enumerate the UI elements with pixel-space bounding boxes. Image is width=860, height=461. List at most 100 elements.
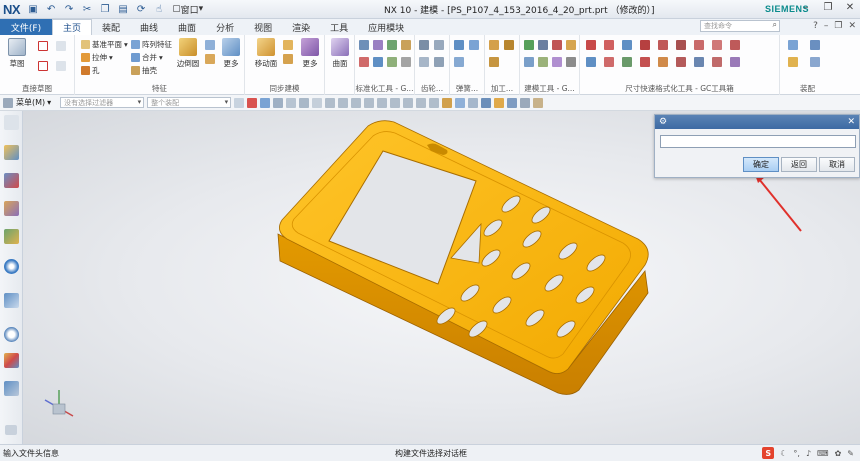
deselect-icon[interactable] xyxy=(260,97,271,108)
selection-intent-icon[interactable] xyxy=(286,97,297,108)
punctuation-icon[interactable]: °, xyxy=(793,449,800,458)
ribbon-minimize-icon[interactable]: – xyxy=(824,21,829,31)
dim-10-icon[interactable] xyxy=(586,57,596,67)
dim-6-icon[interactable] xyxy=(676,40,686,50)
dim-12-icon[interactable] xyxy=(622,57,632,67)
assembly-3-icon[interactable] xyxy=(810,57,820,67)
chamfer-icon[interactable] xyxy=(205,40,215,50)
dim-1-icon[interactable] xyxy=(586,40,596,50)
shell-button[interactable]: 抽壳 xyxy=(131,65,157,76)
ribbon-close-icon[interactable]: ✕ xyxy=(848,21,856,31)
general-selection-icon[interactable] xyxy=(273,97,284,108)
profile-icon[interactable] xyxy=(38,41,48,51)
dim-13-icon[interactable] xyxy=(640,57,650,67)
gear-icon[interactable]: ⚙ xyxy=(659,117,667,127)
model-tool-8-icon[interactable] xyxy=(566,57,576,67)
point-on-curve-snap-icon[interactable] xyxy=(416,97,427,108)
dim-8-icon[interactable] xyxy=(712,40,722,50)
edit-section-icon[interactable] xyxy=(533,97,544,108)
model-tool-2-icon[interactable] xyxy=(538,40,548,50)
ok-button[interactable]: 确定 xyxy=(743,157,779,172)
ime-icon[interactable]: S xyxy=(762,447,775,459)
tab-analysis[interactable]: 分析 xyxy=(206,19,244,35)
save-icon[interactable]: ▣ xyxy=(26,2,40,16)
sync-more-button[interactable]: 更多 xyxy=(297,38,323,69)
model-tool-4-icon[interactable] xyxy=(566,40,576,50)
arc-center-snap-icon[interactable] xyxy=(377,97,388,108)
menu-button[interactable]: 菜单(M) ▾ xyxy=(16,97,57,108)
edge-blend-button[interactable]: 边倒圆 xyxy=(175,38,201,69)
dim-11-icon[interactable] xyxy=(604,57,614,67)
tab-render[interactable]: 渲染 xyxy=(282,19,320,35)
quadrant-snap-icon[interactable] xyxy=(390,97,401,108)
std-tool-6-icon[interactable] xyxy=(373,57,383,67)
assembly-navigator-icon[interactable] xyxy=(4,145,19,160)
model-tool-1-icon[interactable] xyxy=(524,40,534,50)
endpoint-snap-icon[interactable] xyxy=(325,97,336,108)
move-face-button[interactable]: 移动面 xyxy=(253,38,279,69)
dim-4-icon[interactable] xyxy=(640,40,650,50)
search-icon[interactable]: ⌕ xyxy=(773,20,777,30)
sketch-constraint-icon[interactable] xyxy=(56,61,66,71)
offset-region-icon[interactable] xyxy=(283,54,293,64)
add-component-icon[interactable] xyxy=(788,57,798,67)
gear-2-icon[interactable] xyxy=(434,40,444,50)
paste-icon[interactable]: ▤ xyxy=(116,2,130,16)
constraint-navigator-icon[interactable] xyxy=(4,173,19,188)
model-tool-5-icon[interactable] xyxy=(524,57,534,67)
select-all-icon[interactable] xyxy=(247,97,258,108)
machining-2-icon[interactable] xyxy=(504,40,514,50)
ribbon-restore-icon[interactable]: ❐ xyxy=(834,21,842,31)
tab-tools[interactable]: 工具 xyxy=(320,19,358,35)
history-icon[interactable] xyxy=(4,293,19,308)
std-tool-5-icon[interactable] xyxy=(359,57,369,67)
machining-icon[interactable] xyxy=(489,40,499,50)
touch-mode-icon[interactable]: ☝ xyxy=(152,2,166,16)
surface-button[interactable]: 曲面 xyxy=(327,38,353,69)
web-browser-icon[interactable] xyxy=(4,259,19,274)
std-tool-4-icon[interactable] xyxy=(401,40,411,50)
rotate-icon[interactable] xyxy=(481,97,492,108)
view-orientation-icon[interactable] xyxy=(507,97,518,108)
model-tool-3-icon[interactable] xyxy=(552,40,562,50)
microphone-icon[interactable]: ♪ xyxy=(806,449,811,458)
feature-more-button[interactable]: 更多 xyxy=(218,38,244,69)
window-menu-button[interactable]: ▢ 窗口 ▾ xyxy=(170,2,205,16)
dim-14-icon[interactable] xyxy=(658,57,668,67)
datum-plane-button[interactable]: 基准平面 ▾ xyxy=(81,39,128,50)
pattern-feature-button[interactable]: 阵列特征 xyxy=(131,39,172,50)
machining-3-icon[interactable] xyxy=(489,57,499,67)
clock-icon[interactable] xyxy=(4,327,19,342)
unite-button[interactable]: 合并 ▾ xyxy=(131,52,163,63)
resource-settings-gear-icon[interactable] xyxy=(4,115,19,130)
close-icon[interactable]: ✕ xyxy=(847,117,855,127)
help-icon[interactable]: ? xyxy=(813,21,818,31)
minimize-icon[interactable]: – xyxy=(800,2,812,13)
back-button[interactable]: 返回 xyxy=(781,157,817,172)
spring-3-icon[interactable] xyxy=(454,57,464,67)
tab-assembly[interactable]: 装配 xyxy=(92,19,130,35)
keyboard-icon[interactable]: ⌨ xyxy=(817,449,829,458)
existing-point-snap-icon[interactable] xyxy=(403,97,414,108)
hole-button[interactable]: 孔 xyxy=(81,65,100,76)
dim-9-icon[interactable] xyxy=(730,40,740,50)
part-navigator-icon[interactable] xyxy=(4,201,19,216)
undo-icon[interactable]: ↶ xyxy=(44,2,58,16)
extrude-button[interactable]: 拉伸 ▾ xyxy=(81,52,113,63)
tab-surface[interactable]: 曲面 xyxy=(168,19,206,35)
rectangle-icon[interactable] xyxy=(38,61,48,71)
toolbar-options-icon[interactable] xyxy=(3,97,13,108)
restore-icon[interactable]: ❐ xyxy=(822,2,834,13)
cut-icon[interactable]: ✂ xyxy=(80,2,94,16)
draft-icon[interactable] xyxy=(205,54,215,64)
dim-7-icon[interactable] xyxy=(694,40,704,50)
std-tool-3-icon[interactable] xyxy=(387,40,397,50)
moon-icon[interactable]: ☾ xyxy=(780,449,787,458)
std-tool-2-icon[interactable] xyxy=(373,40,383,50)
file-header-input[interactable] xyxy=(660,135,856,148)
dim-17-icon[interactable] xyxy=(712,57,722,67)
tab-applications[interactable]: 应用模块 xyxy=(358,19,414,35)
fit-view-icon[interactable] xyxy=(442,97,453,108)
skin-icon[interactable]: ✿ xyxy=(835,449,842,458)
point-on-face-snap-icon[interactable] xyxy=(429,97,440,108)
